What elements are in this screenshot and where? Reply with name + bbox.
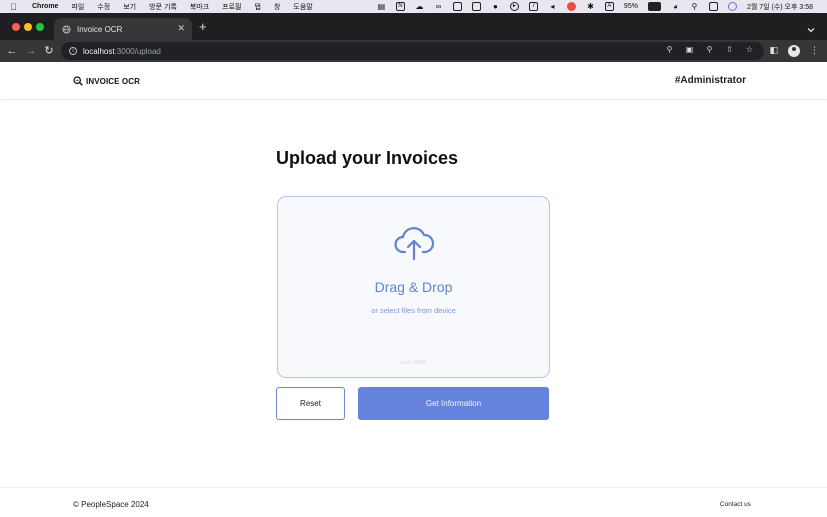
glasses-icon[interactable]: ∞ [434, 2, 443, 11]
reload-button[interactable]: ↻ [42, 44, 56, 58]
translate-icon[interactable]: ▣ [685, 45, 694, 54]
profile-avatar[interactable] [788, 44, 800, 57]
window-zoom-button[interactable] [36, 23, 44, 31]
cat-icon[interactable]: ● [491, 2, 500, 11]
contact-link[interactable]: Contact us [720, 501, 751, 508]
star-icon[interactable]: ☆ [745, 45, 754, 54]
monitor-icon[interactable] [471, 2, 481, 11]
share-icon[interactable]: ⇧ [725, 45, 734, 54]
wifi-icon[interactable]: ◕ [671, 2, 680, 11]
menu-view[interactable]: 보기 [123, 2, 136, 12]
url-path: :3000/upload [114, 46, 161, 56]
menu-app-name[interactable]: Chrome [32, 3, 58, 10]
play-icon[interactable]: ▸ [509, 2, 519, 11]
user-label[interactable]: #Administrator [675, 75, 746, 86]
close-icon[interactable]: ✕ [177, 23, 185, 34]
menu-window[interactable]: 창 [274, 2, 280, 12]
battery-icon[interactable] [647, 2, 661, 11]
window-close-button[interactable] [12, 23, 20, 31]
volume-icon[interactable]: ◂ [548, 2, 557, 11]
magnifier-icon [73, 76, 83, 86]
site-header: INVOICE OCR #Administrator [0, 62, 827, 100]
input-source-icon[interactable]: A [604, 2, 614, 11]
new-tab-button[interactable]: + [199, 20, 207, 34]
max-size-hint: max. 50MB [400, 360, 427, 366]
site-info-icon[interactable]: i [69, 47, 77, 55]
side-panel-icon[interactable]: ◧ [769, 44, 778, 57]
search-icon[interactable]: ⚲ [690, 2, 699, 11]
menu-clock[interactable]: 2월 7일 (수) 오후 3:58 [747, 2, 813, 12]
calendar-icon[interactable]: 7 [528, 2, 538, 11]
key-icon[interactable]: ⚲ [665, 45, 674, 54]
browser-toolbar: ← → ↻ i localhost:3000/upload ⚲ ▣ ⚲ ⇧ ☆ … [0, 40, 827, 62]
display-icon[interactable] [452, 2, 462, 11]
menu-tab[interactable]: 탭 [255, 2, 261, 12]
tab-title: Invoice OCR [77, 24, 123, 34]
browser-tab-active[interactable]: Invoice OCR ✕ [54, 18, 192, 40]
menu-help[interactable]: 도움말 [293, 2, 312, 12]
vpn-icon[interactable] [566, 2, 576, 11]
forward-button[interactable]: → [24, 44, 38, 58]
chevron-down-icon[interactable] [807, 21, 815, 33]
zoom-icon[interactable]: ⚲ [705, 45, 714, 54]
macos-menu-bar:  Chrome 파일 수정 보기 방문 기록 북마크 프로필 탭 창 도움말 … [0, 0, 827, 13]
menu-bookmarks[interactable]: 북마크 [190, 2, 209, 12]
address-bar[interactable]: i localhost:3000/upload ⚲ ▣ ⚲ ⇧ ☆ [61, 42, 764, 60]
brand-name: INVOICE OCR [86, 76, 140, 86]
apple-icon[interactable]:  [10, 2, 20, 12]
notion-icon[interactable]: N [395, 2, 405, 11]
get-information-button[interactable]: Get Information [358, 387, 549, 420]
menu-file[interactable]: 파일 [71, 2, 84, 12]
battery-percent: 95% [623, 3, 638, 10]
copyright-text: © PeopleSpace 2024 [73, 500, 149, 509]
brand-logo[interactable]: INVOICE OCR [73, 76, 140, 86]
siri-icon[interactable] [727, 2, 737, 11]
menu-history[interactable]: 방문 기록 [149, 2, 177, 12]
bluetooth-icon[interactable]: ✱ [586, 2, 595, 11]
more-options-icon[interactable]: ⋮ [810, 44, 819, 57]
back-button[interactable]: ← [5, 44, 19, 58]
web-page: INVOICE OCR #Administrator Upload your I… [0, 62, 827, 517]
dropzone-title: Drag & Drop [374, 279, 453, 295]
cloud-upload-icon [394, 227, 434, 261]
reset-button[interactable]: Reset [276, 387, 345, 420]
site-footer: © PeopleSpace 2024 Contact us [0, 487, 827, 517]
cloud-icon[interactable]: ☁ [415, 2, 424, 11]
url-host: localhost [83, 46, 115, 56]
control-center-icon[interactable] [708, 2, 718, 11]
globe-icon [62, 24, 71, 34]
figma-icon[interactable]: ▤ [377, 2, 386, 11]
page-title: Upload your Invoices [276, 148, 459, 168]
window-minimize-button[interactable] [24, 23, 32, 31]
file-dropzone[interactable]: Drag & Drop or select files from device … [277, 196, 550, 378]
menu-edit[interactable]: 수정 [97, 2, 110, 12]
browser-tab-strip: Invoice OCR ✕ + [0, 13, 827, 40]
select-files-link[interactable]: or select files from device [278, 306, 549, 315]
menu-profiles[interactable]: 프로필 [222, 2, 241, 12]
